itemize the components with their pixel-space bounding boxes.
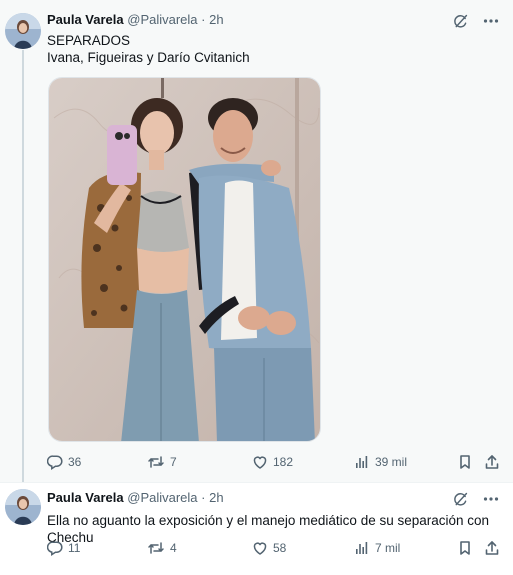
thread-line	[22, 50, 24, 482]
share-icon	[484, 540, 500, 556]
avatar[interactable]	[5, 489, 41, 525]
author-handle[interactable]: @Palivarela	[127, 490, 197, 505]
tweet-header: Paula Varela @Palivarela · 2h	[47, 490, 224, 508]
tweet-photo[interactable]	[48, 77, 321, 442]
reply-icon	[47, 540, 63, 556]
tweet-top-actions	[452, 489, 499, 509]
share-button[interactable]	[484, 452, 500, 472]
views-icon	[354, 454, 370, 470]
bookmark-button[interactable]	[457, 452, 473, 472]
author-name[interactable]: Paula Varela	[47, 12, 124, 27]
like-button[interactable]: 58	[252, 538, 286, 558]
tweet-text: SEPARADOS Ivana, Figueiras y Darío Cvita…	[47, 32, 487, 66]
dot-separator: ·	[201, 12, 206, 27]
tweet-header: Paula Varela @Palivarela · 2h	[47, 12, 224, 30]
retweet-icon	[147, 454, 165, 470]
like-count: 182	[273, 455, 294, 469]
retweet-button[interactable]: 4	[147, 538, 177, 558]
reply-icon	[47, 454, 63, 470]
views-count: 39 mil	[375, 455, 408, 469]
views-button[interactable]: 39 mil	[354, 452, 407, 472]
retweet-button[interactable]: 7	[147, 452, 177, 472]
action-bar: 36 7 182 39 mil	[47, 452, 502, 472]
timestamp[interactable]: 2h	[209, 12, 223, 27]
grok-icon[interactable]	[452, 13, 469, 30]
more-icon[interactable]	[483, 491, 499, 507]
reply-button[interactable]: 11	[47, 538, 80, 558]
views-icon	[354, 540, 370, 556]
dot-separator: ·	[201, 490, 206, 505]
tweet-top-actions	[452, 11, 499, 31]
more-icon[interactable]	[483, 13, 499, 29]
grok-icon[interactable]	[452, 491, 469, 508]
tweet-text-line: Ivana, Figueiras y Darío Cvitanich	[47, 50, 250, 65]
retweet-count: 4	[170, 541, 177, 555]
like-button[interactable]: 182	[252, 452, 293, 472]
reply-count: 11	[68, 541, 81, 555]
tweet-text-line: SEPARADOS	[47, 33, 131, 48]
views-button[interactable]: 7 mil	[354, 538, 400, 558]
bookmark-icon	[457, 454, 473, 470]
heart-icon	[252, 454, 268, 470]
share-button[interactable]	[484, 538, 500, 558]
bookmark-button[interactable]	[457, 538, 473, 558]
author-handle[interactable]: @Palivarela	[127, 12, 197, 27]
author-name[interactable]: Paula Varela	[47, 490, 124, 505]
reply-button[interactable]: 36	[47, 452, 81, 472]
timestamp[interactable]: 2h	[209, 490, 223, 505]
retweet-count: 7	[170, 455, 177, 469]
bookmark-icon	[457, 540, 473, 556]
like-count: 58	[273, 541, 287, 555]
avatar[interactable]	[5, 13, 41, 49]
action-bar: 11 4 58 7 mil	[47, 538, 502, 558]
retweet-icon	[147, 540, 165, 556]
tweet[interactable]: Paula Varela @Palivarela · 2h SEPARADOS …	[0, 0, 513, 482]
views-count: 7 mil	[375, 541, 401, 555]
reply-count: 36	[68, 455, 82, 469]
share-icon	[484, 454, 500, 470]
tweet[interactable]: Paula Varela @Palivarela · 2h Ella no ag…	[0, 483, 513, 575]
heart-icon	[252, 540, 268, 556]
